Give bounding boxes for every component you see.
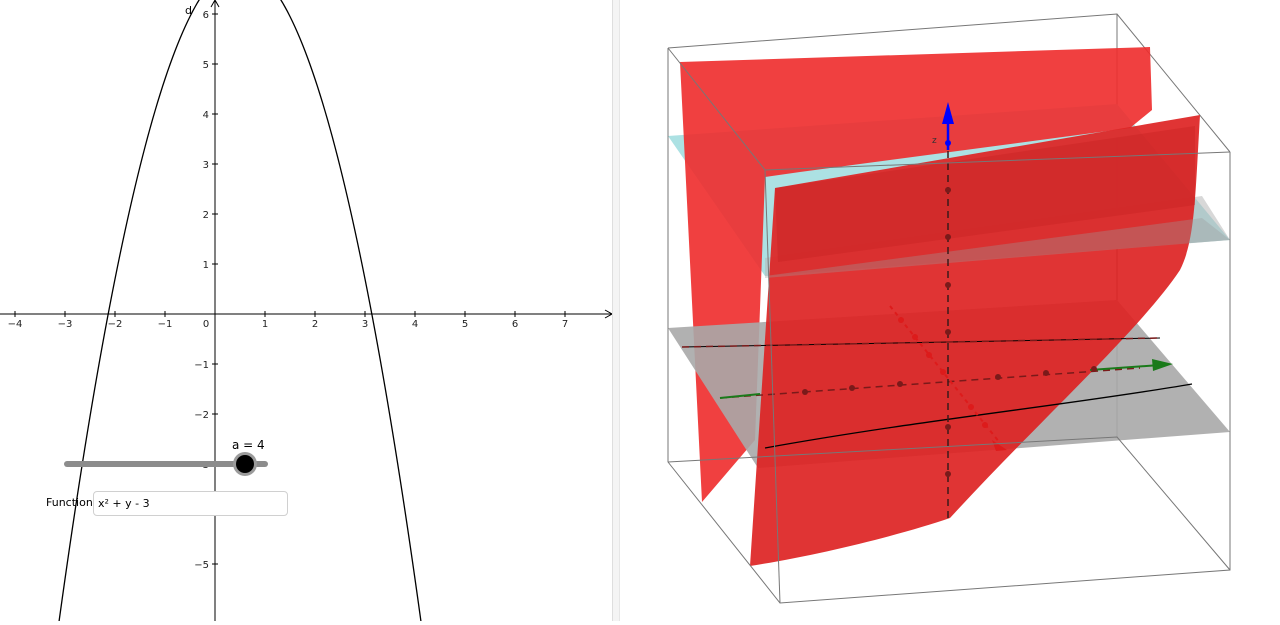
slider-knob[interactable]: [236, 455, 254, 473]
x-tick-label: 4: [412, 319, 418, 330]
x-tick-label: 5: [462, 319, 468, 330]
function-curve[interactable]: [57, 0, 423, 625]
x-tick-label: 3: [362, 319, 368, 330]
y-tick-label: 1: [203, 260, 209, 271]
x-tick-label: −3: [58, 319, 73, 330]
y-tick-label: −5: [194, 560, 209, 571]
y-tick-label: 3: [203, 160, 209, 171]
z-axis-label: z: [932, 136, 937, 146]
x-tick-label: 0: [203, 319, 209, 330]
graphics-2d-view[interactable]: −4−3−2−101234567 654321−1−2−3−5 d a = 4 …: [0, 0, 614, 625]
y-axis-ticks: 654321−1−2−3−5: [194, 10, 218, 571]
y-tick-label: −2: [194, 410, 209, 421]
graphics-2d-canvas[interactable]: −4−3−2−101234567 654321−1−2−3−5 d: [0, 0, 614, 625]
y-tick-label: 5: [203, 60, 209, 71]
x-tick-label: −1: [158, 319, 173, 330]
x-tick-label: −4: [8, 319, 23, 330]
slider-label: a = 4: [232, 438, 265, 452]
y-tick-label: −1: [194, 360, 209, 371]
view-divider[interactable]: [612, 0, 620, 621]
x-tick-label: −2: [108, 319, 123, 330]
graphics-3d-view[interactable]: z: [620, 0, 1280, 621]
graphics-3d-canvas[interactable]: z: [620, 0, 1280, 621]
x-tick-label: 1: [262, 319, 268, 330]
z-axis-tick: [945, 140, 951, 146]
x-tick-label: 6: [512, 319, 518, 330]
y-tick-label: 2: [203, 210, 209, 221]
y-tick-label: 4: [203, 110, 209, 121]
y-tick-label: 6: [203, 10, 209, 21]
function-input[interactable]: [93, 491, 288, 516]
x-tick-label: 7: [562, 319, 568, 330]
x-tick-label: 2: [312, 319, 318, 330]
input-box-label: Function: [46, 496, 93, 509]
